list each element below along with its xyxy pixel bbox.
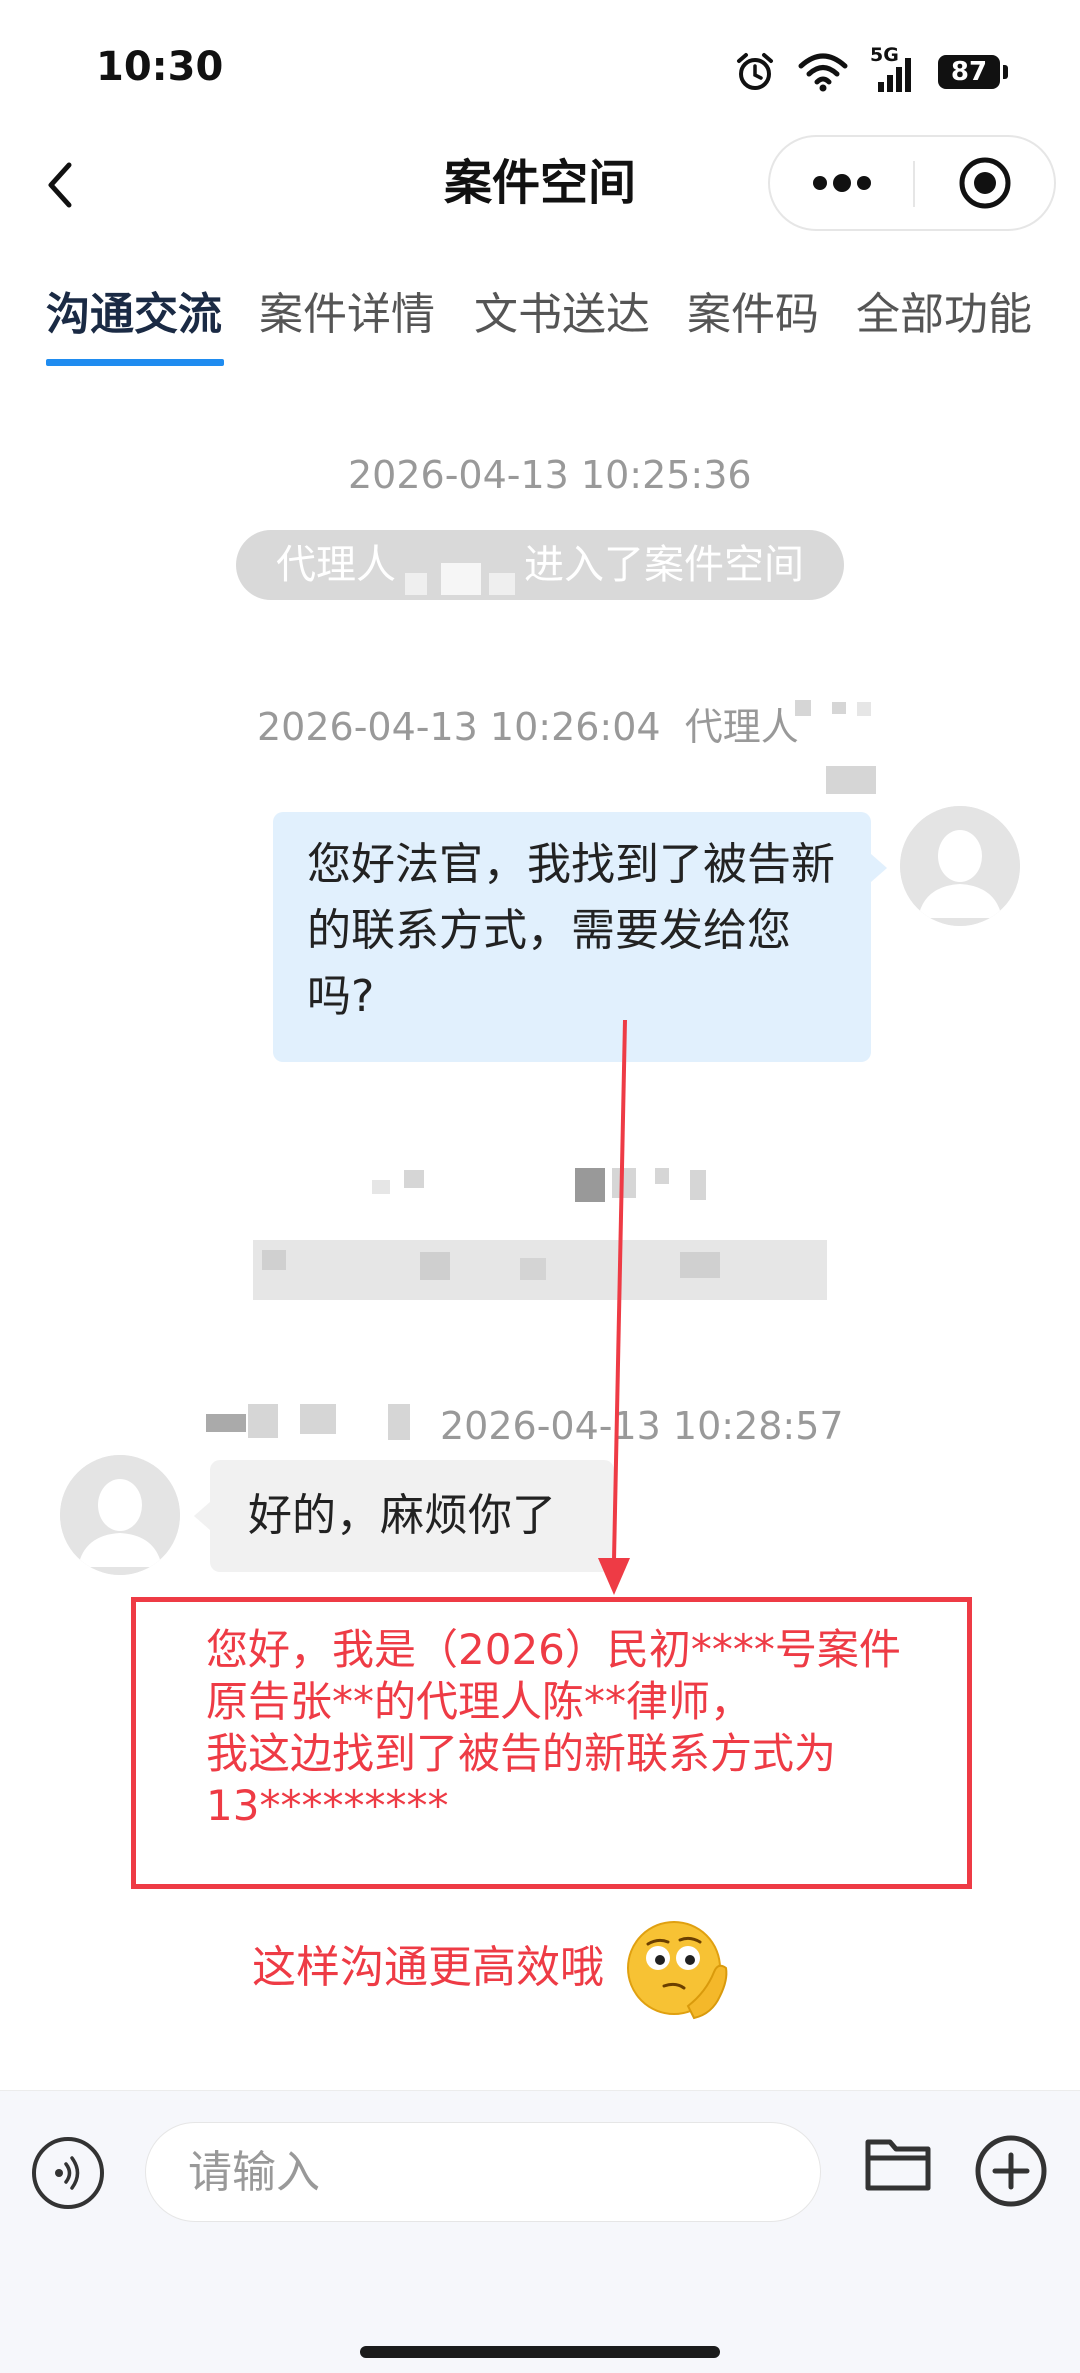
status-bar: 10:30 5G 87 bbox=[0, 0, 1080, 130]
annotation-line: 13********* bbox=[206, 1781, 449, 1830]
system-message-prefix: 代理人 bbox=[276, 542, 396, 588]
thinking-face-emoji bbox=[627, 1921, 728, 2020]
tab-document-service[interactable]: 文书送达 bbox=[474, 280, 650, 350]
close-mini-program-button[interactable] bbox=[915, 137, 1055, 229]
status-icons: 5G 87 bbox=[734, 44, 1008, 94]
tab-case-details[interactable]: 案件详情 bbox=[259, 280, 435, 350]
mini-program-capsule bbox=[768, 135, 1056, 231]
alarm-icon bbox=[737, 53, 773, 90]
voice-button[interactable] bbox=[32, 2137, 104, 2209]
target-icon bbox=[959, 157, 1011, 209]
system-timestamp: 2026-04-13 10:25:36 bbox=[348, 453, 752, 497]
avatar-icon bbox=[60, 1455, 180, 1575]
wifi-icon bbox=[798, 53, 848, 92]
outgoing-message-text: 您好法官，我找到了被告新的联系方式，需要发给您吗? bbox=[307, 839, 835, 1022]
battery-icon: 87 bbox=[938, 55, 1008, 89]
home-indicator[interactable] bbox=[360, 2346, 720, 2358]
system-message-suffix: 进入了案件空间 bbox=[524, 542, 804, 588]
signal-icon: 5G bbox=[870, 44, 916, 94]
folder-icon[interactable] bbox=[862, 2128, 934, 2200]
avatar-icon bbox=[900, 806, 1020, 926]
redacted-sender bbox=[832, 702, 846, 714]
active-tab-indicator bbox=[46, 359, 224, 366]
tab-all-functions[interactable]: 全部功能 bbox=[856, 280, 1032, 350]
add-icon[interactable] bbox=[973, 2133, 1049, 2209]
outgoing-sender-prefix: 代理人 bbox=[684, 705, 799, 749]
status-time: 10:30 bbox=[96, 44, 224, 90]
outgoing-time: 2026-04-13 10:26:04 bbox=[257, 705, 661, 749]
voice-icon bbox=[55, 2156, 80, 2190]
tab-case-code[interactable]: 案件码 bbox=[687, 280, 819, 350]
tab-bar: 沟通交流 案件详情 文书送达 案件码 全部功能 bbox=[0, 280, 1080, 370]
annotation-line: 您好，我是（2026）民初****号案件 bbox=[206, 1625, 901, 1674]
nav-bar: 案件空间 bbox=[0, 135, 1080, 235]
message-input[interactable] bbox=[145, 2122, 821, 2222]
annotation-line: 原告张**的代理人陈**律师， bbox=[206, 1677, 753, 1726]
incoming-message-text: 好的，麻烦你了 bbox=[248, 1490, 556, 1541]
incoming-message-bubble[interactable]: 好的，麻烦你了 bbox=[194, 1460, 614, 1572]
redacted-name bbox=[396, 547, 524, 595]
redacted-sender bbox=[826, 766, 876, 794]
sender-avatar[interactable] bbox=[60, 1455, 180, 1575]
my-avatar[interactable] bbox=[900, 806, 1020, 926]
more-button[interactable] bbox=[770, 137, 913, 229]
annotation-box: 您好，我是（2026）民初****号案件 原告张**的代理人陈**律师， 我这边… bbox=[131, 1597, 972, 1889]
more-icon bbox=[812, 174, 871, 192]
incoming-timestamp: 2026-04-13 10:28:57 bbox=[440, 1404, 844, 1448]
system-message: 代理人 进入了案件空间 bbox=[236, 530, 844, 600]
redacted-sender bbox=[857, 702, 871, 716]
annotation-tip: 这样沟通更高效哦 bbox=[252, 1942, 604, 1993]
annotation-line: 我这边找到了被告的新联系方式为 bbox=[206, 1729, 837, 1778]
redacted-sender bbox=[795, 700, 811, 716]
tab-communication[interactable]: 沟通交流 bbox=[46, 280, 222, 350]
outgoing-message-bubble[interactable]: 您好法官，我找到了被告新的联系方式，需要发给您吗? bbox=[273, 812, 887, 1062]
outgoing-timestamp: 2026-04-13 10:26:04 代理人 bbox=[257, 696, 799, 751]
